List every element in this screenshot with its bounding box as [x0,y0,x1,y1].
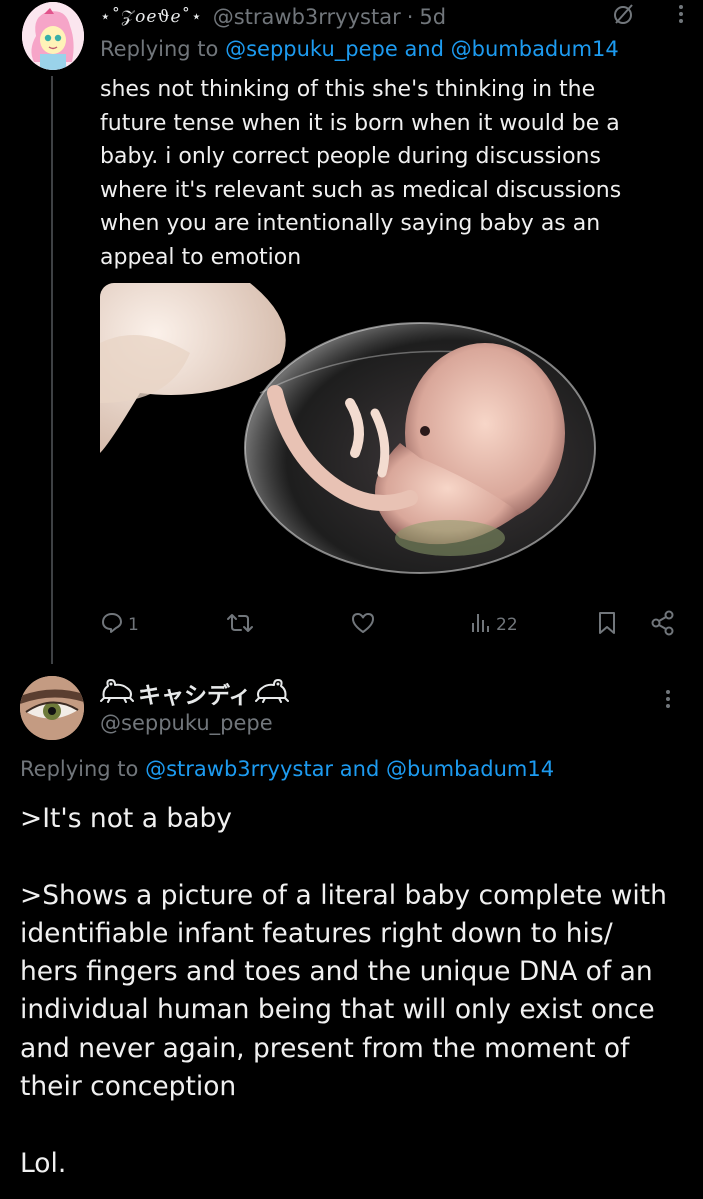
eye-avatar-image [20,676,84,740]
bookmark-button[interactable] [596,610,618,640]
text-line: hers fingers and toes and the unique DNA… [20,956,653,988]
handle[interactable]: @strawb3rryystar [213,5,401,29]
thread-line [51,76,53,664]
frog-emoji-icon [255,676,290,710]
vertical-dots-icon[interactable] [665,688,671,714]
avatar[interactable] [22,2,84,70]
share-icon [650,610,676,641]
replying-to: Replying to @seppuku_pepe and @bumbadum1… [100,37,619,61]
views-count: 22 [496,615,518,635]
avatar[interactable] [20,676,84,740]
text-line: >It's not a baby [20,803,232,834]
text-line: baby. i only correct people during discu… [100,144,601,169]
mention-link[interactable]: @bumbadum14 [386,757,554,781]
separator-dot: · [406,5,414,29]
text-line: shes not thinking of this she's thinking… [100,77,596,102]
timeline: ⋆˚𝒵𝑜𝑒ϑℯ˚⋆ @strawb3rryystar · 5d Replying… [0,0,703,1199]
and-word: and [404,37,444,61]
text-line: >Shows a picture of a literal baby compl… [20,879,667,911]
like-button[interactable] [350,610,376,640]
tweet-header: ⋆˚𝒵𝑜𝑒ϑℯ˚⋆ @strawb3rryystar · 5d [100,2,446,32]
text-line: where it's relevant such as medical disc… [100,177,622,203]
heart-icon [350,611,376,640]
bookmark-icon [596,610,618,641]
tweet-actions: 1 22 [100,610,682,640]
tweet-text: >It's not a baby >Shows a picture of a l… [20,800,695,1183]
display-name[interactable]: キャシディ [100,676,290,710]
views-button[interactable]: 22 [470,610,518,640]
mention-link[interactable]: @strawb3rryystar [145,757,333,781]
reply-count: 1 [128,615,139,635]
tweet-header-actions [612,4,684,28]
text-line: when you are intentionally saying baby a… [100,211,601,236]
replying-prefix: Replying to [100,37,219,61]
retweet-icon [226,611,254,640]
slash-circle-icon[interactable] [612,3,634,29]
text-line: individual human being that will only ex… [20,994,655,1026]
text-line: appeal to emotion [100,244,302,270]
display-name-text: キャシディ [138,683,252,709]
vertical-dots-icon[interactable] [678,3,684,29]
reply-button[interactable]: 1 [100,610,139,640]
pony-avatar-image [22,2,84,70]
text-line: future tense when it is born when it wou… [100,110,620,136]
text-line: identifiable infant features right down … [20,917,613,949]
mention-link[interactable]: @seppuku_pepe [225,37,398,61]
handle[interactable]: @seppuku_pepe [100,711,273,735]
text-line: their conception [20,1071,237,1103]
replying-prefix: Replying to [20,757,139,781]
display-name[interactable]: ⋆˚𝒵𝑜𝑒ϑℯ˚⋆ [100,7,203,27]
text-line: Lol. [20,1147,67,1179]
tweet-text: shes not thinking of this she's thinking… [100,73,690,274]
frog-emoji-icon [100,676,134,710]
embryo-photo[interactable] [100,283,612,598]
replying-to: Replying to @strawb3rryystar and @bumbad… [20,757,554,781]
embryo-illustration [100,283,612,598]
share-button[interactable] [650,610,676,640]
and-word: and [339,757,380,781]
timestamp[interactable]: 5d [419,5,446,29]
mention-link[interactable]: @bumbadum14 [451,37,619,61]
retweet-button[interactable] [226,610,254,640]
text-line: and never again, present from the moment… [20,1032,630,1064]
bar-chart-icon [470,611,492,640]
comment-bubble-icon [100,611,124,640]
